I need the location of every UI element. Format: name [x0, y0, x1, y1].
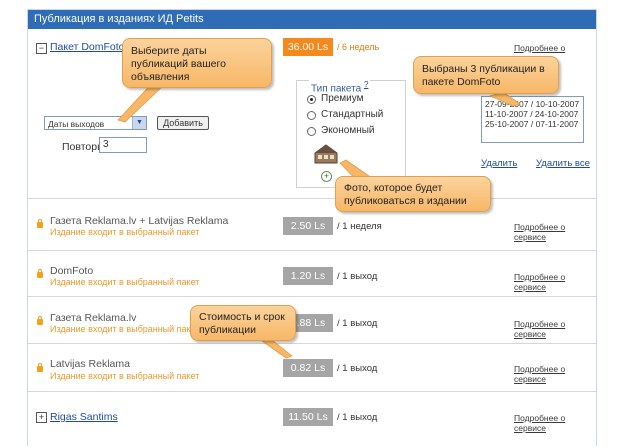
- callout-photo: Фото, которое будет публиковаться в изда…: [335, 176, 491, 212]
- callout-dates: Выберите даты публикаций вашего объявлен…: [122, 38, 272, 88]
- callout-arrow-selected: [488, 91, 521, 107]
- callout-selected: Выбраны 3 публикации в пакете DomFoto: [413, 56, 559, 94]
- callout-price: Стоимость и срок публикации: [190, 305, 296, 341]
